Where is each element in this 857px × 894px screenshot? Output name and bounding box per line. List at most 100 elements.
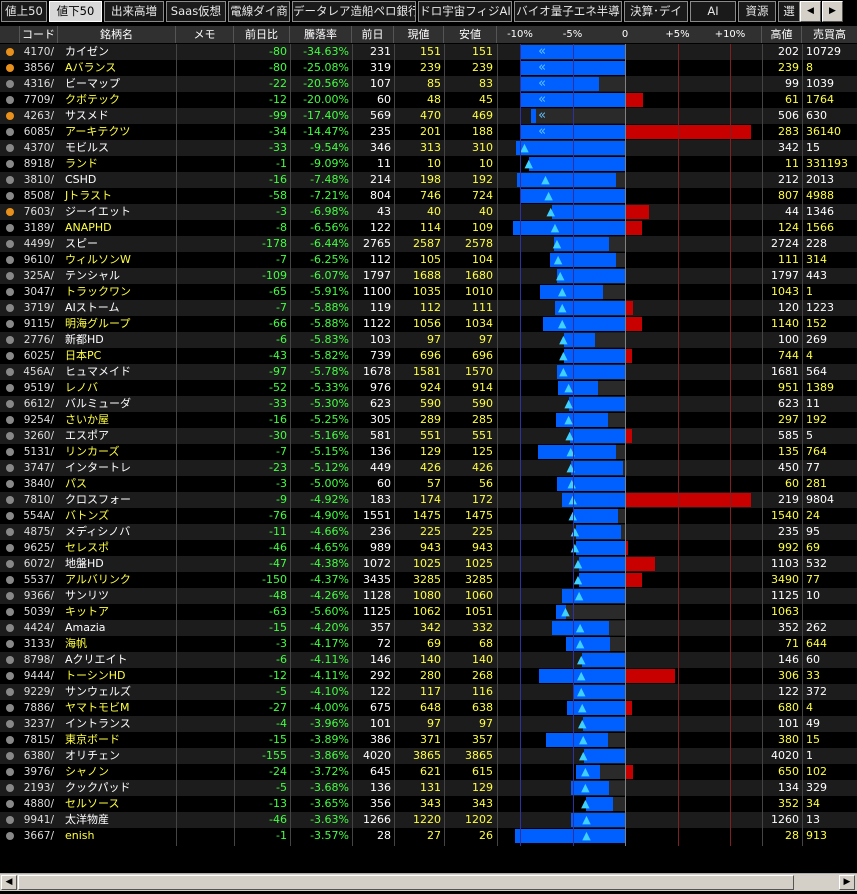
memo-cell[interactable] xyxy=(176,700,234,716)
memo-cell[interactable] xyxy=(176,444,234,460)
memo-cell[interactable] xyxy=(176,76,234,92)
memo-cell[interactable] xyxy=(176,620,234,636)
scroll-left-button[interactable]: ◀ xyxy=(1,875,17,890)
memo-cell[interactable] xyxy=(176,380,234,396)
table-row[interactable]: 3237/イントランス -4 -3.96% 101 97 97 ▲ 101 49 xyxy=(0,716,857,732)
memo-cell[interactable] xyxy=(176,684,234,700)
header-prev[interactable]: 前日 xyxy=(352,26,394,43)
memo-cell[interactable] xyxy=(176,508,234,524)
table-row[interactable]: 4880/セルソース -13 -3.65% 356 343 343 ▲ 352 34 xyxy=(0,796,857,812)
memo-cell[interactable] xyxy=(176,540,234,556)
table-row[interactable]: 3856/Aバランス -80 -25.08% 319 239 239 « 239 8 xyxy=(0,60,857,76)
header-volume[interactable]: 売買高 xyxy=(802,26,857,43)
memo-cell[interactable] xyxy=(176,92,234,108)
header-high[interactable]: 高値 xyxy=(762,26,802,43)
memo-cell[interactable] xyxy=(176,300,234,316)
tab-10[interactable]: 資源 xyxy=(738,1,776,22)
memo-cell[interactable] xyxy=(176,412,234,428)
header-change[interactable]: 前日比 xyxy=(234,26,290,43)
table-row[interactable]: 3976/シャノン -24 -3.72% 645 621 615 ▲ 650 102 xyxy=(0,764,857,780)
scroll-right-button[interactable]: ▶ xyxy=(839,875,855,890)
table-row[interactable]: 8798/Aクリエイト -6 -4.11% 146 140 140 ▲ 146 60 xyxy=(0,652,857,668)
table-row[interactable]: 6025/日本PC -43 -5.82% 739 696 696 ▲ 744 4 xyxy=(0,348,857,364)
table-row[interactable]: 325A/テンシャル -109 -6.07% 1797 1688 1680 ▲ 1797 443 xyxy=(0,268,857,284)
memo-cell[interactable] xyxy=(176,236,234,252)
memo-cell[interactable] xyxy=(176,396,234,412)
header-name[interactable]: 銘柄名 xyxy=(58,26,176,43)
scroll-thumb[interactable] xyxy=(18,875,794,890)
memo-cell[interactable] xyxy=(176,140,234,156)
memo-cell[interactable] xyxy=(176,588,234,604)
memo-cell[interactable] xyxy=(176,828,234,844)
table-row[interactable]: 456A/ヒュマメイド -97 -5.78% 1678 1581 1570 ▲ 1681 564 xyxy=(0,364,857,380)
memo-cell[interactable] xyxy=(176,284,234,300)
tab-6[interactable]: ドロ宇宙フィジAI xyxy=(418,1,512,22)
table-row[interactable]: 6380/オリチェン -155 -3.86% 4020 3865 3865 ▲ 4020 1 xyxy=(0,748,857,764)
memo-cell[interactable] xyxy=(176,716,234,732)
table-row[interactable]: 9610/ウィルソンW -7 -6.25% 112 105 104 ▲ 111 314 xyxy=(0,252,857,268)
memo-cell[interactable] xyxy=(176,220,234,236)
table-row[interactable]: 9366/サンリツ -48 -4.26% 1128 1080 1060 ▲ 1125 10 xyxy=(0,588,857,604)
table-row[interactable]: 3133/海帆 -3 -4.17% 72 69 68 ▲ 71 644 xyxy=(0,636,857,652)
table-row[interactable]: 4424/Amazia -15 -4.20% 357 342 332 ▲ 352 262 xyxy=(0,620,857,636)
memo-cell[interactable] xyxy=(176,156,234,172)
memo-cell[interactable] xyxy=(176,556,234,572)
memo-cell[interactable] xyxy=(176,44,234,60)
header-code[interactable]: コード xyxy=(20,26,58,43)
memo-cell[interactable] xyxy=(176,124,234,140)
memo-cell[interactable] xyxy=(176,476,234,492)
header-low[interactable]: 安値 xyxy=(444,26,497,43)
memo-cell[interactable] xyxy=(176,652,234,668)
table-row[interactable]: 2776/新都HD -6 -5.83% 103 97 97 ▲ 100 269 xyxy=(0,332,857,348)
tab-3[interactable]: Saas仮想 xyxy=(166,1,226,22)
table-row[interactable]: 9115/明海グループ -66 -5.88% 1122 1056 1034 ▲ 1140 152 xyxy=(0,316,857,332)
table-row[interactable]: 7603/ジーイエット -3 -6.98% 43 40 40 ▲ 44 1346 xyxy=(0,204,857,220)
memo-cell[interactable] xyxy=(176,796,234,812)
table-row[interactable]: 9444/トーシンHD -12 -4.11% 292 280 268 ▲ 306 33 xyxy=(0,668,857,684)
memo-cell[interactable] xyxy=(176,364,234,380)
table-row[interactable]: 2193/クックパッド -5 -3.68% 136 131 129 ▲ 134 329 xyxy=(0,780,857,796)
tab-4[interactable]: 電線ダイ商 xyxy=(228,1,290,22)
table-row[interactable]: 6085/アーキテクツ -34 -14.47% 235 201 188 « 283 36140 xyxy=(0,124,857,140)
tab-7[interactable]: バイオ量子エネ半導 xyxy=(514,1,622,22)
table-row[interactable]: 554A/バトンズ -76 -4.90% 1551 1475 1475 ▲ 1540 24 xyxy=(0,508,857,524)
table-row[interactable]: 9519/レノバ -52 -5.33% 976 924 914 ▲ 951 1389 xyxy=(0,380,857,396)
memo-cell[interactable] xyxy=(176,108,234,124)
memo-cell[interactable] xyxy=(176,524,234,540)
tab-11[interactable]: 選 xyxy=(778,1,800,22)
memo-cell[interactable] xyxy=(176,636,234,652)
horizontal-scrollbar[interactable]: ◀ ▶ xyxy=(0,873,857,891)
tab-2[interactable]: 出来高増 xyxy=(104,1,164,22)
table-row[interactable]: 9941/太洋物産 -46 -3.63% 1266 1220 1202 ▲ 1260 13 xyxy=(0,812,857,828)
table-row[interactable]: 4499/スピー -178 -6.44% 2765 2587 2578 ▲ 2724 228 xyxy=(0,236,857,252)
memo-cell[interactable] xyxy=(176,332,234,348)
memo-cell[interactable] xyxy=(176,348,234,364)
table-row[interactable]: 9625/セレスポ -46 -4.65% 989 943 943 ▲ 992 69 xyxy=(0,540,857,556)
memo-cell[interactable] xyxy=(176,60,234,76)
memo-cell[interactable] xyxy=(176,204,234,220)
memo-cell[interactable] xyxy=(176,572,234,588)
table-row[interactable]: 8918/ランド -1 -9.09% 11 10 10 ▲ 11 331193 xyxy=(0,156,857,172)
table-row[interactable]: 3667/enish -1 -3.57% 28 27 26 ▲ 28 913 xyxy=(0,828,857,844)
memo-cell[interactable] xyxy=(176,428,234,444)
table-row[interactable]: 4170/カイゼン -80 -34.63% 231 151 151 « 202 10729 xyxy=(0,44,857,60)
tab-8[interactable]: 決算･デイ xyxy=(624,1,688,22)
memo-cell[interactable] xyxy=(176,764,234,780)
tab-0[interactable]: 値上50 xyxy=(1,1,47,22)
memo-cell[interactable] xyxy=(176,780,234,796)
memo-cell[interactable] xyxy=(176,492,234,508)
memo-cell[interactable] xyxy=(176,668,234,684)
table-row[interactable]: 7810/クロスフォー -9 -4.92% 183 174 172 ▲ 219 9804 xyxy=(0,492,857,508)
table-row[interactable]: 6072/地盤HD -47 -4.38% 1072 1025 1025 ▲ 1103 532 xyxy=(0,556,857,572)
table-row[interactable]: 5537/アルバリンク -150 -4.37% 3435 3285 3285 ▲ 3490 77 xyxy=(0,572,857,588)
table-row[interactable]: 3810/CSHD -16 -7.48% 214 198 192 ▲ 212 2013 xyxy=(0,172,857,188)
table-row[interactable]: 5131/リンカーズ -7 -5.15% 136 129 125 ▲ 135 764 xyxy=(0,444,857,460)
table-row[interactable]: 7815/東京ボード -15 -3.89% 386 371 357 ▲ 380 15 xyxy=(0,732,857,748)
header-memo[interactable]: メモ xyxy=(176,26,234,43)
tab-1[interactable]: 値下50 xyxy=(49,1,102,22)
memo-cell[interactable] xyxy=(176,460,234,476)
memo-cell[interactable] xyxy=(176,172,234,188)
tab-scroll-right-button[interactable]: ▶ xyxy=(822,1,843,22)
memo-cell[interactable] xyxy=(176,748,234,764)
table-row[interactable]: 3047/トラックワン -65 -5.91% 1100 1035 1010 ▲ 1043 1 xyxy=(0,284,857,300)
